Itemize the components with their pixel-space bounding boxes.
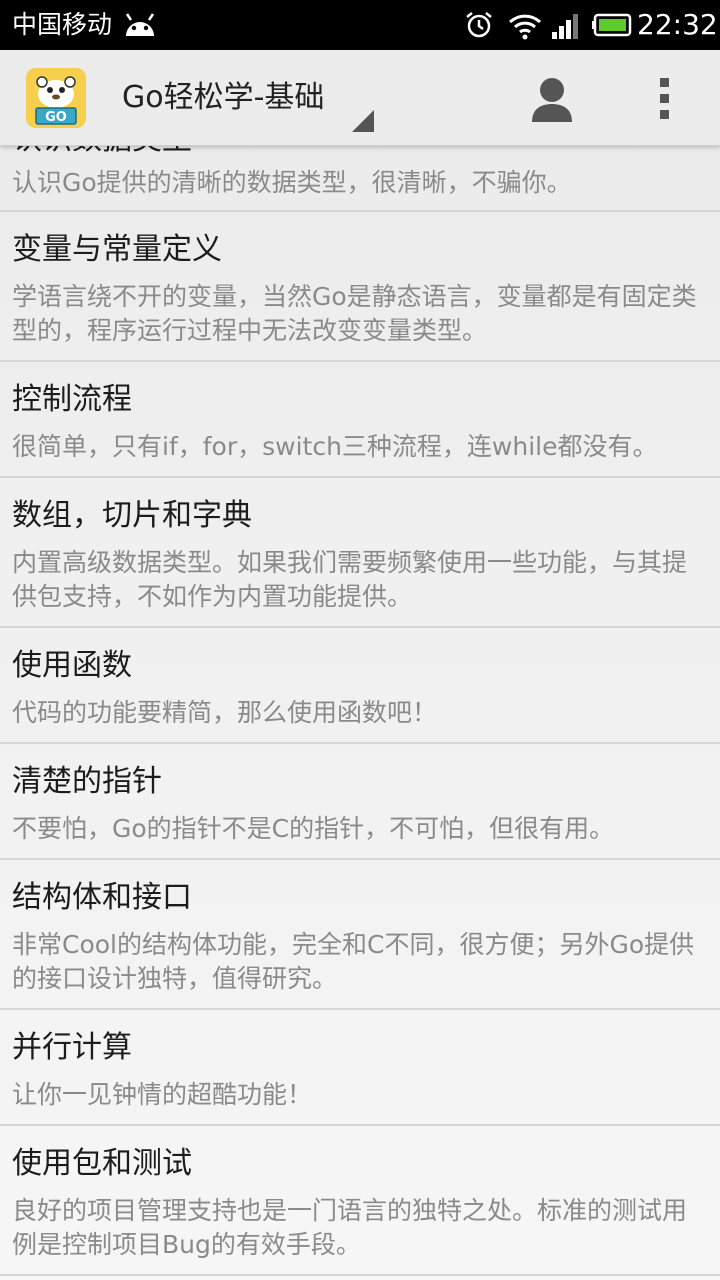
- list-item-title: 清楚的指针: [12, 764, 162, 799]
- list-item-desc: 认识Go提供的清晰的数据类型，很清晰，不骗你。: [12, 168, 572, 197]
- status-bar: 中国移动 22:32: [0, 0, 720, 50]
- list-item-title: 结构体和接口: [12, 880, 192, 915]
- list-item-desc: 不要怕，Go的指针不是C的指针，不可怕，但很有用。: [12, 814, 615, 843]
- list-item[interactable]: 使用包和测试 良好的项目管理支持也是一门语言的独特之处。标准的测试用例是控制项目…: [0, 1126, 720, 1276]
- list-item-title: 控制流程: [12, 382, 132, 417]
- list-item[interactable]: 控制流程 很简单，只有if，for，switch三种流程，连while都没有。: [0, 362, 720, 478]
- list-item-title: 使用函数: [12, 648, 132, 683]
- overflow-menu-icon[interactable]: [650, 76, 680, 122]
- battery-icon: [592, 13, 632, 37]
- list-item-desc: 内置高级数据类型。如果我们需要频繁使用一些功能，与其提供包支持，不如作为内置功能…: [12, 548, 688, 611]
- android-notification-icon: [125, 13, 155, 36]
- list-item[interactable]: 并行计算 让你一见钟情的超酷功能！: [0, 1010, 720, 1126]
- list-item-desc: 代码的功能要精简，那么使用函数吧！: [12, 698, 438, 727]
- list-item-title: 认识数据类型: [12, 146, 192, 160]
- signal-icon: [552, 14, 578, 39]
- lesson-list: 认识数据类型 认识Go提供的清晰的数据类型，很清晰，不骗你。 变量与常量定义 学…: [0, 146, 720, 1280]
- list-item[interactable]: 结构体和接口 非常Cool的结构体功能，完全和C不同，很方便；另外Go提供的接口…: [0, 860, 720, 1010]
- list-item-title: 使用包和测试: [12, 1146, 192, 1181]
- list-item[interactable]: 数组，切片和字典 内置高级数据类型。如果我们需要频繁使用一些功能，与其提供包支持…: [0, 478, 720, 628]
- list-item-desc: 让你一见钟情的超酷功能！: [12, 1080, 313, 1109]
- alarm-icon: [466, 12, 492, 38]
- gopher-icon: GO: [26, 68, 86, 128]
- spinner-indicator-icon: [352, 110, 374, 132]
- list-item-desc: 很简单，只有if，for，switch三种流程，连while都没有。: [12, 432, 658, 461]
- list-item[interactable]: 认识数据类型 认识Go提供的清晰的数据类型，很清晰，不骗你。: [0, 146, 720, 212]
- list-item-desc: 良好的项目管理支持也是一门语言的独特之处。标准的测试用例是控制项目Bug的有效手…: [12, 1196, 688, 1259]
- list-item-desc: 非常Cool的结构体功能，完全和C不同，很方便；另外Go提供的接口设计独特，值得…: [12, 930, 695, 993]
- list-item[interactable]: 变量与常量定义 学语言绕不开的变量，当然Go是静态语言，变量都是有固定类型的，程…: [0, 212, 720, 362]
- carrier-label: 中国移动: [12, 10, 113, 39]
- list-item[interactable]: 清楚的指针 不要怕，Go的指针不是C的指针，不可怕，但很有用。: [0, 744, 720, 860]
- clock-label: 22:32: [637, 8, 718, 41]
- list-item-title: 变量与常量定义: [12, 232, 222, 267]
- list-item-desc: 学语言绕不开的变量，当然Go是静态语言，变量都是有固定类型的，程序运行过程中无法…: [12, 282, 697, 345]
- account-icon[interactable]: [528, 74, 576, 124]
- list-item[interactable]: 使用函数 代码的功能要精简，那么使用函数吧！: [0, 628, 720, 744]
- app-title[interactable]: Go轻松学-基础: [122, 78, 324, 118]
- list-item-title: 并行计算: [12, 1030, 132, 1065]
- wifi-icon: [508, 14, 542, 40]
- logo-text: GO: [45, 110, 67, 125]
- list-item-title: 数组，切片和字典: [12, 498, 252, 533]
- app-logo[interactable]: GO: [26, 68, 86, 128]
